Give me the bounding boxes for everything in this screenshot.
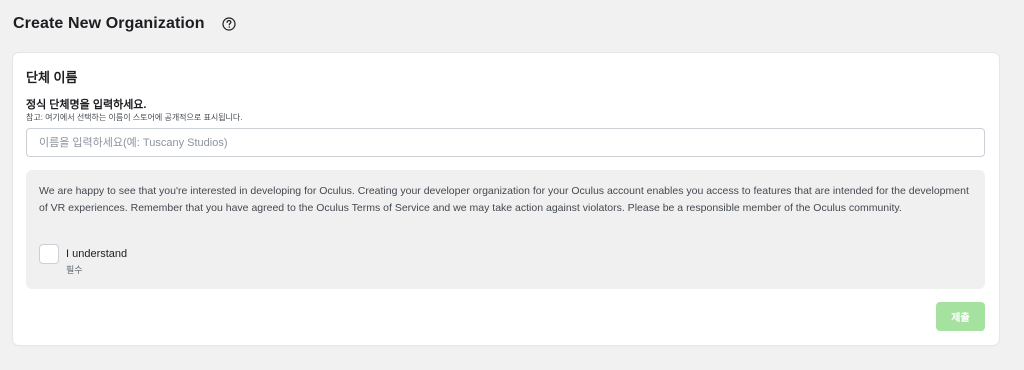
- terms-notice-box: We are happy to see that you're interest…: [26, 170, 985, 289]
- organization-form-card: 단체 이름 정식 단체명을 입력하세요. 참고: 여기에서 선택하는 이름이 스…: [13, 53, 999, 345]
- section-title: 단체 이름: [26, 70, 78, 85]
- page-title: Create New Organization: [13, 15, 205, 32]
- required-label: 필수: [66, 265, 83, 275]
- terms-notice-text: We are happy to see that you're interest…: [39, 185, 969, 214]
- understand-checkbox[interactable]: [39, 244, 59, 264]
- page-header: Create New Organization: [13, 12, 236, 36]
- understand-checkbox-label[interactable]: I understand: [66, 248, 127, 260]
- submit-button[interactable]: 제출: [936, 302, 985, 331]
- organization-name-hint: 참고: 여기에서 선택하는 이름이 스토어에 공개적으로 표시됩니다.: [26, 113, 243, 122]
- help-circle-icon[interactable]: [222, 17, 236, 31]
- organization-name-label: 정식 단체명을 입력하세요.: [26, 99, 147, 111]
- organization-name-input[interactable]: [26, 128, 985, 157]
